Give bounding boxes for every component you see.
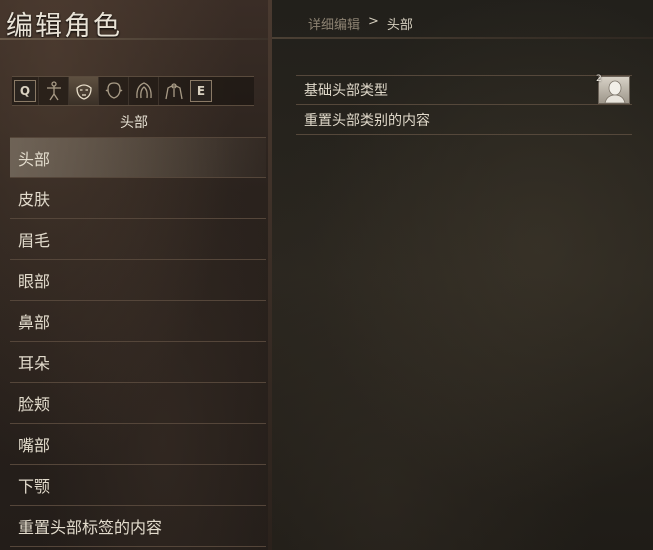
menu-item-ears[interactable]: 耳朵 [10, 342, 266, 383]
menu-item-skin[interactable]: 皮肤 [10, 178, 266, 219]
head-icon[interactable] [98, 77, 128, 105]
hair-icon[interactable] [128, 77, 158, 105]
breadcrumb-current: 头部 [386, 18, 413, 33]
menu-item-eyebrows[interactable]: 眉毛 [10, 219, 266, 260]
category-label: 头部 [120, 115, 148, 131]
title-divider [0, 38, 268, 40]
menu-item-mouth[interactable]: 嘴部 [10, 424, 266, 465]
menu-list: 头部 皮肤 眉毛 眼部 鼻部 耳朵 脸颊 嘴部 下颚 重置头部标签的内容 [10, 137, 266, 547]
left-panel: 编辑角色 Q E 头部 头部 皮肤 眉毛 眼部 鼻部 耳朵 脸颊 嘴部 下颚 重… [0, 0, 272, 550]
breadcrumb-parent: 详细编辑 [308, 18, 361, 33]
body-icon[interactable] [38, 77, 68, 105]
menu-item-cheeks[interactable]: 脸颊 [10, 383, 266, 424]
torso-icon[interactable] [158, 77, 188, 105]
head-preview-thumbnail: 2 [596, 74, 630, 104]
detail-label-reset-head-category: 重置头部类别的内容 [304, 112, 430, 129]
face-icon[interactable] [68, 77, 98, 105]
detail-row-base-head-type[interactable]: 基础头部类型 2 [296, 74, 632, 105]
detail-list: 基础头部类型 2 重置头部类别的内容 [296, 74, 632, 135]
breadcrumb-separator: > [368, 14, 379, 29]
next-category-key-hint[interactable]: E [190, 80, 212, 102]
menu-item-eyes[interactable]: 眼部 [10, 260, 266, 301]
prev-category-key-hint[interactable]: Q [14, 80, 36, 102]
menu-item-jaw[interactable]: 下颚 [10, 465, 266, 506]
category-bar: Q E [12, 76, 254, 106]
header-divider [272, 37, 653, 39]
menu-item-nose[interactable]: 鼻部 [10, 301, 266, 342]
detail-row-reset-head-category[interactable]: 重置头部类别的内容 [296, 105, 632, 135]
breadcrumb: 详细编辑 > 头部 [308, 14, 413, 33]
menu-item-head[interactable]: 头部 [10, 137, 266, 178]
thumbnail-number: 2 [596, 74, 602, 84]
right-panel: 详细编辑 > 头部 基础头部类型 2 重置头部类别的内容 [272, 0, 653, 550]
menu-item-reset-head-tab[interactable]: 重置头部标签的内容 [10, 506, 266, 547]
head-bust-icon [604, 80, 626, 103]
detail-label-base-head-type: 基础头部类型 [304, 83, 388, 99]
